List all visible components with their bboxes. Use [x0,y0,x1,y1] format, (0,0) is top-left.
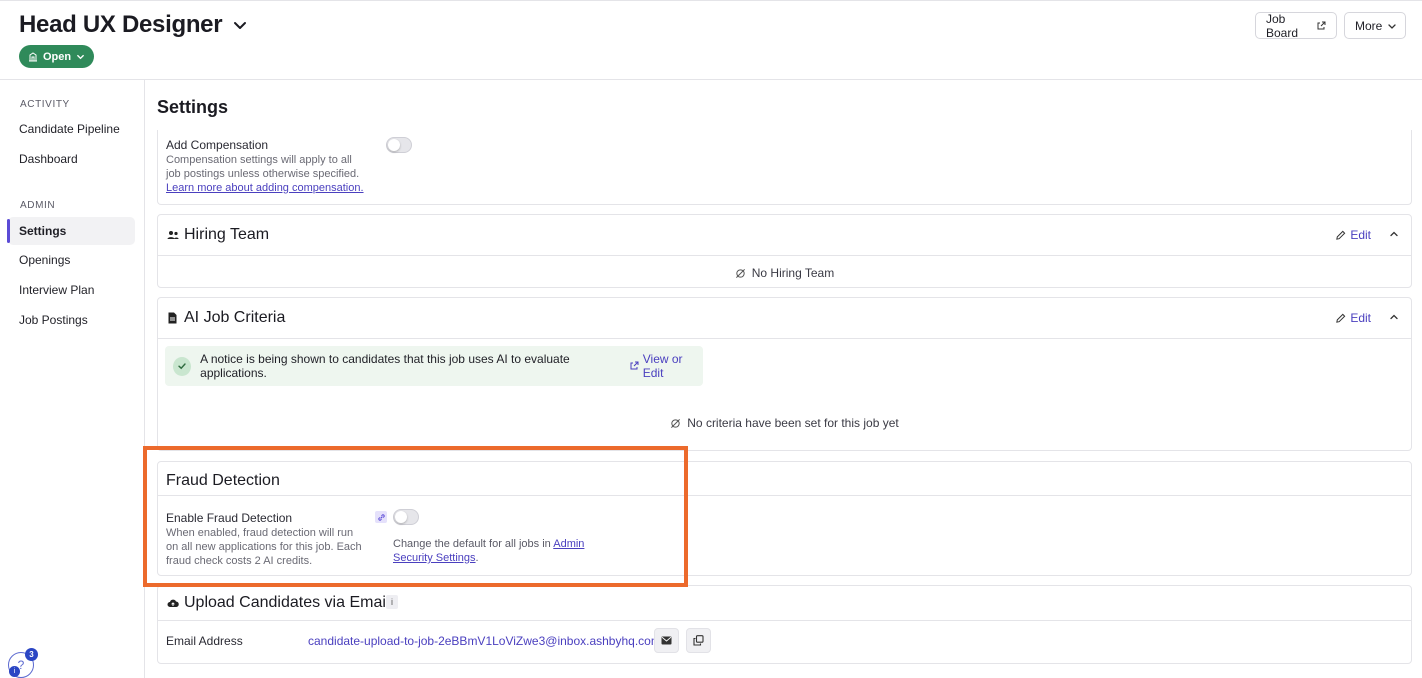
job-board-label: Job Board [1266,11,1299,40]
fraud-detection-toggle[interactable] [393,509,419,525]
chevron-down-icon [232,17,248,33]
external-link-icon [1316,21,1326,31]
pencil-icon [1335,313,1346,324]
ai-notice-banner: A notice is being shown to candidates th… [165,346,703,386]
fraud-note-suffix: . [475,552,479,564]
info-icon[interactable]: i [386,595,398,609]
notification-badge: 3 [25,648,38,661]
hiring-team-collapse-button[interactable] [1389,229,1399,239]
chevron-down-icon [1387,21,1397,31]
document-icon [168,312,177,324]
upload-email-address[interactable]: candidate-upload-to-job-2eBBmV1LoViZwe3@… [308,634,661,648]
ai-criteria-collapse-button[interactable] [1389,312,1399,322]
sidebar-item-dashboard[interactable]: Dashboard [8,145,135,173]
hiring-team-edit-button[interactable]: Edit [1335,228,1371,242]
fraud-detection-note: Change the default for all jobs in Admin… [393,537,623,565]
upload-email-card: Upload Candidates via Email i Email Addr… [157,585,1412,664]
job-status-label: Open [43,50,72,63]
job-title: Head UX Designer [19,11,223,38]
building-icon [28,51,38,62]
ai-criteria-empty-state: No criteria have been set for this job y… [158,416,1411,430]
pencil-icon [1335,230,1346,241]
ai-criteria-empty-text: No criteria have been set for this job y… [687,416,899,430]
sidebar-item-interview-plan[interactable]: Interview Plan [8,276,135,304]
compensation-toggle[interactable] [386,137,412,153]
hiring-team-edit-label: Edit [1350,228,1371,242]
link-icon [375,511,387,523]
people-icon [167,230,179,240]
empty-set-icon [735,268,746,279]
view-or-edit-label: View or Edit [642,352,683,380]
more-label: More [1355,18,1383,33]
check-icon [173,356,192,376]
job-header: Head UX Designer Open Job Board More [0,0,1422,80]
cloud-upload-icon [167,598,179,608]
sidebar-section-activity: ACTIVITY [20,99,70,110]
email-address-row: Email Address candidate-upload-to-job-2e… [158,621,1411,665]
chevron-down-icon [76,52,85,61]
upload-email-header: Upload Candidates via Email i [158,586,1411,621]
compensation-label: Add Compensation [166,138,269,152]
ai-criteria-edit-label: Edit [1350,311,1371,325]
hiring-team-empty-text: No Hiring Team [751,266,835,280]
more-button[interactable]: More [1344,12,1406,39]
job-status-dropdown[interactable]: Open [19,45,95,68]
envelope-icon [661,636,672,645]
compensation-description: Compensation settings will apply to all … [166,153,366,195]
email-address-label: Email Address [166,634,243,648]
ai-criteria-title: AI Job Criteria [184,309,286,326]
sidebar-section-admin: ADMIN [20,200,56,211]
fraud-detection-card: Fraud Detection Enable Fraud Detection W… [157,461,1412,576]
sidebar-item-candidate-pipeline[interactable]: Candidate Pipeline [8,115,135,143]
job-board-button[interactable]: Job Board [1255,11,1337,40]
sidebar-item-openings[interactable]: Openings [8,246,135,274]
send-email-button[interactable] [654,628,679,653]
hiring-team-empty-state: No Hiring Team [158,266,1411,280]
compensation-description-text: Compensation settings will apply to all … [166,154,360,180]
fraud-detection-description: When enabled, fraud detection will run o… [166,527,362,567]
upload-email-title: Upload Candidates via Email [184,594,390,611]
ai-criteria-header: AI Job Criteria Edit [158,298,1411,339]
hiring-team-card: Hiring Team Edit No Hiring Team [157,214,1412,288]
chevron-up-icon [1389,229,1399,239]
fraud-detection-label: Enable Fraud Detection [166,511,293,525]
hiring-team-title: Hiring Team [184,226,270,243]
ai-job-criteria-card: AI Job Criteria Edit A notice is being s… [157,297,1412,451]
job-title-dropdown[interactable]: Head UX Designer [19,11,248,39]
sidebar: ACTIVITY Candidate Pipeline Dashboard AD… [0,80,145,678]
chevron-up-icon [1389,312,1399,322]
copy-icon [693,635,704,646]
sidebar-item-job-postings[interactable]: Job Postings [8,306,135,334]
page-title: Settings [157,97,229,117]
info-icon: i [9,666,20,677]
fraud-note-text: Change the default for all jobs in [393,538,554,550]
sidebar-item-settings[interactable]: Settings [7,217,135,245]
view-or-edit-link[interactable]: View or Edit [629,352,703,380]
external-link-icon [629,361,639,371]
divider [158,495,1411,496]
ai-criteria-edit-button[interactable]: Edit [1335,311,1371,325]
compensation-card: Add Compensation Compensation settings w… [157,130,1412,205]
copy-email-button[interactable] [686,628,711,653]
ai-notice-text: A notice is being shown to candidates th… [200,352,570,380]
compensation-learn-more-link[interactable]: Learn more about adding compensation. [166,182,364,194]
fraud-detection-title: Fraud Detection [166,472,280,489]
empty-set-icon [670,418,681,429]
hiring-team-header: Hiring Team Edit [158,215,1411,256]
